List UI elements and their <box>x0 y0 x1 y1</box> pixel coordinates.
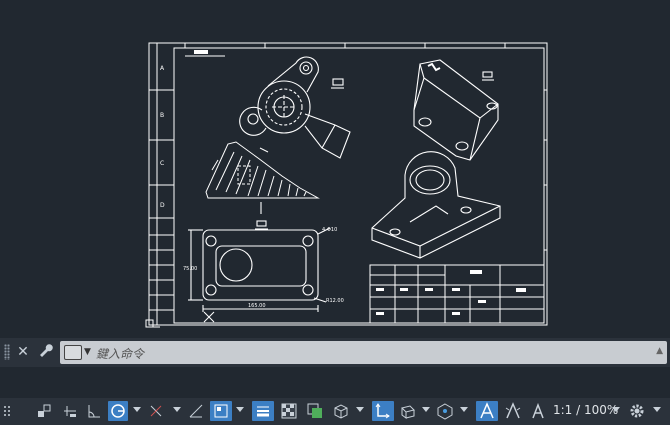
command-input-container[interactable]: ▼ ▲ <box>60 341 667 364</box>
grid-icon[interactable] <box>2 401 12 421</box>
zone-letter-d: D <box>160 202 165 209</box>
snap-icon[interactable] <box>34 401 54 421</box>
hole-note-text: 4-Φ10 <box>322 227 337 233</box>
gizmo-icon[interactable] <box>398 401 418 421</box>
3dosnap-caret-icon[interactable] <box>356 407 364 412</box>
ortho-icon[interactable] <box>60 401 80 421</box>
3dosnap-icon[interactable] <box>330 401 352 421</box>
close-icon[interactable]: ✕ <box>13 342 33 362</box>
command-line-grip[interactable] <box>4 344 10 360</box>
dynucs-caret-icon[interactable] <box>236 407 244 412</box>
dim-width-text: 165.00 <box>248 303 266 309</box>
drawing-viewport[interactable]: A B C D 165.00 75.00 R12.00 4-Φ10 <box>0 0 670 338</box>
cad-drawing: A B C D 165.00 75.00 R12.00 4-Φ10 <box>145 42 548 328</box>
drawing-frame <box>173 47 545 324</box>
dynucs-icon[interactable] <box>210 401 232 421</box>
osnap-caret-icon[interactable] <box>173 407 181 412</box>
expand-history-icon[interactable]: ▲ <box>656 346 663 356</box>
dim-height-text: 75.00 <box>183 266 197 272</box>
annotation-scale-icon[interactable] <box>528 401 548 421</box>
polar-icon[interactable] <box>108 401 128 421</box>
otrack-icon[interactable] <box>186 401 206 421</box>
zone-letter-a: A <box>160 65 165 72</box>
chevron-down-icon[interactable]: ▼ <box>84 347 91 357</box>
scale-caret-icon[interactable] <box>612 407 620 412</box>
radius-note-text: R12.00 <box>326 298 344 304</box>
settings-caret-icon[interactable] <box>653 407 661 412</box>
dynamic-input-icon[interactable] <box>372 401 394 421</box>
command-input[interactable] <box>94 343 648 364</box>
polar-caret-icon[interactable] <box>133 407 141 412</box>
ucs-marker <box>145 319 160 328</box>
wrench-icon[interactable] <box>35 342 55 362</box>
selection-cycling-icon[interactable] <box>304 401 326 421</box>
annotation-monitor-caret-icon[interactable] <box>460 407 468 412</box>
title-block <box>369 264 545 324</box>
part-section-view <box>205 141 320 199</box>
osnap-icon[interactable] <box>146 401 166 421</box>
part-iso-bracket <box>371 151 501 259</box>
zone-letter-c: C <box>160 160 164 167</box>
annotation-scale-value[interactable]: 1:1 / 100% <box>553 403 618 417</box>
lineweight-icon[interactable] <box>252 401 274 421</box>
settings-icon[interactable] <box>626 401 648 421</box>
part-iso-block <box>413 59 499 161</box>
sheet-border <box>148 42 548 326</box>
gizmo-caret-icon[interactable] <box>422 407 430 412</box>
transparency-icon[interactable] <box>278 401 300 421</box>
empty-area <box>0 367 670 398</box>
part-bracket-top <box>239 56 351 159</box>
isodraft-icon[interactable] <box>84 401 104 421</box>
autoscale-icon[interactable] <box>502 401 524 421</box>
annotation-visibility-icon[interactable] <box>476 401 498 421</box>
zone-letter-b: B <box>160 112 164 119</box>
command-prompt-icon[interactable] <box>64 345 82 360</box>
status-bar: 1:1 / 100% <box>0 398 670 425</box>
annotation-monitor-icon[interactable] <box>434 401 456 421</box>
